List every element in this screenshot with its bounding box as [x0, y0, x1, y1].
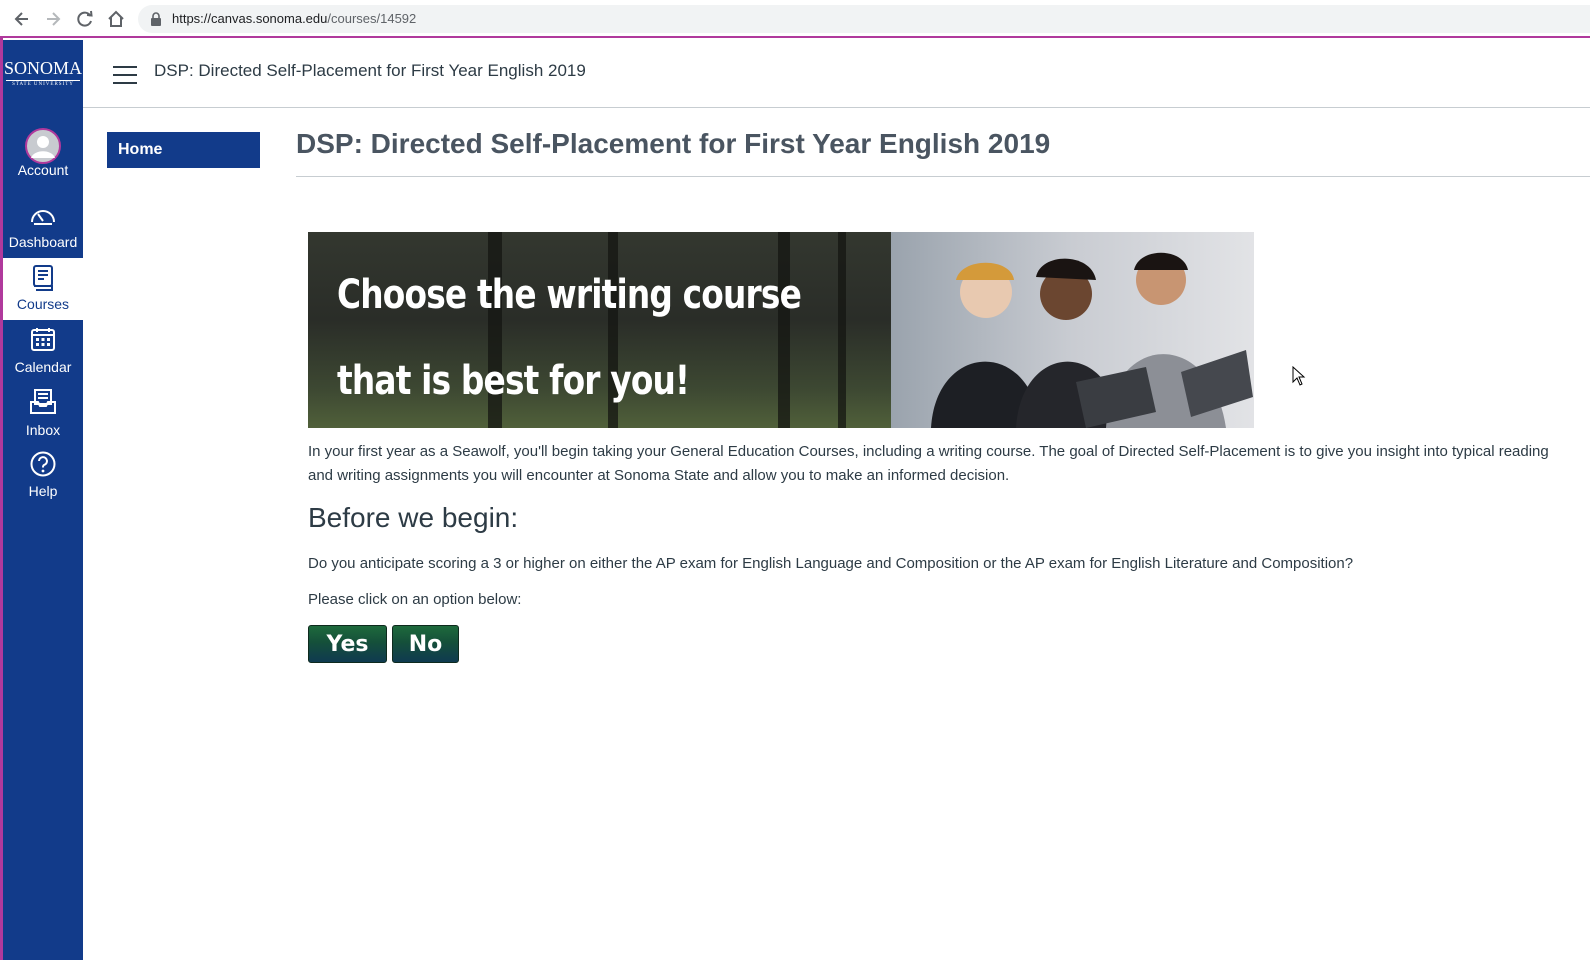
global-nav-dashboard[interactable]: Dashboard: [3, 196, 83, 258]
back-icon[interactable]: [12, 9, 32, 29]
global-nav-calendar[interactable]: Calendar: [3, 321, 83, 383]
reload-icon[interactable]: [75, 9, 95, 29]
global-nav-account[interactable]: Account: [3, 126, 83, 186]
global-nav-inbox[interactable]: Inbox: [3, 384, 83, 446]
intro-paragraph: In your first year as a Seawolf, you'll …: [308, 443, 1549, 484]
hamburger-menu-icon[interactable]: [113, 66, 137, 84]
calendar-icon: [31, 328, 55, 351]
global-nav: SONOMA STATE UNIVERSITY Account Dashboar…: [3, 40, 83, 960]
ap-exam-question: Do you anticipate scoring a 3 or higher …: [308, 555, 1354, 572]
forward-icon[interactable]: [43, 9, 63, 29]
home-icon[interactable]: [106, 9, 126, 29]
no-button[interactable]: No: [392, 625, 459, 663]
dashboard-icon: [31, 210, 55, 225]
browser-toolbar: https://canvas.sonoma.edu/courses/14592: [0, 0, 1590, 38]
option-instruction: Please click on an option below:: [308, 591, 522, 608]
address-bar[interactable]: https://canvas.sonoma.edu/courses/14592: [138, 5, 1590, 33]
account-icon: [25, 128, 61, 164]
inbox-icon: [30, 389, 56, 414]
courses-icon: [33, 265, 53, 291]
banner-headline-line-2: that is best for you!: [337, 358, 690, 404]
lock-icon[interactable]: [150, 12, 162, 26]
mouse-cursor-icon: [1292, 366, 1306, 386]
global-nav-courses[interactable]: Courses: [3, 258, 83, 320]
banner-headline-line-1: Choose the writing course: [337, 272, 802, 318]
breadcrumb-course-title[interactable]: DSP: Directed Self-Placement for First Y…: [154, 61, 586, 81]
course-header: DSP: Directed Self-Placement for First Y…: [83, 40, 1590, 108]
course-nav-home[interactable]: Home: [107, 132, 260, 168]
yes-button[interactable]: Yes: [308, 625, 387, 663]
before-we-begin-heading: Before we begin:: [308, 502, 519, 533]
url-text: https://canvas.sonoma.edu/courses/14592: [172, 11, 417, 26]
page-title: DSP: Directed Self-Placement for First Y…: [296, 128, 1051, 159]
global-nav-help[interactable]: Help: [3, 445, 83, 507]
banner-image: Choose the writing course that is best f…: [308, 232, 1254, 428]
sonoma-logo[interactable]: SONOMA STATE UNIVERSITY: [3, 58, 83, 100]
title-divider: [296, 176, 1590, 177]
banner-students-photo: [891, 232, 1254, 428]
help-icon: [30, 451, 56, 477]
